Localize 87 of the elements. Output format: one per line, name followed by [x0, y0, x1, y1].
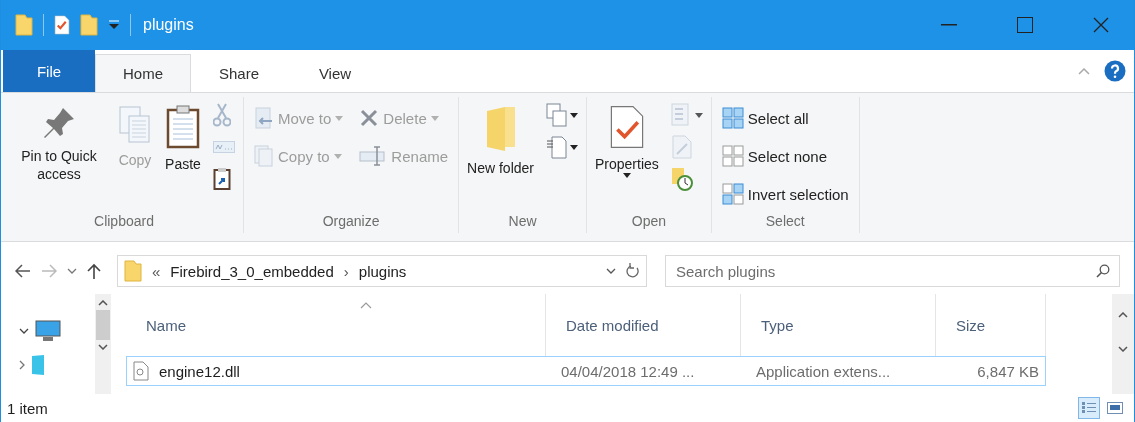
scroll-down-icon[interactable] [98, 344, 108, 350]
close-icon [1093, 17, 1109, 33]
computer-icon[interactable] [35, 320, 61, 342]
ribbon-button[interactable]: Pin to Quick access [11, 101, 107, 187]
dropdown-caret-icon [335, 115, 344, 121]
rename-icon [359, 146, 388, 166]
new-item-icon [546, 103, 568, 127]
invert-selection-icon [721, 183, 744, 205]
scroll-up-icon[interactable] [1118, 312, 1128, 318]
dropdown-caret-icon [430, 115, 439, 121]
scrollbar-thumb[interactable] [96, 310, 110, 340]
copy-to-icon [254, 145, 274, 167]
edit-document-icon [670, 135, 693, 159]
group-label: Open [630, 213, 667, 231]
clipboard-icon [165, 105, 201, 149]
details-view-icon [1081, 401, 1097, 415]
minimize-icon [941, 24, 957, 26]
sort-caret-icon [360, 302, 372, 309]
file-menu-tab[interactable]: File [3, 50, 95, 92]
folder-icon [80, 14, 98, 36]
new-document-icon [546, 135, 568, 159]
breadcrumb-separator: › [343, 262, 349, 280]
dropdown-caret-icon [333, 153, 342, 159]
ribbon-button[interactable]: New folder [465, 101, 536, 181]
history-icon [670, 167, 693, 191]
scrollbar[interactable] [95, 294, 111, 394]
expand-caret-icon[interactable] [19, 328, 29, 334]
group-label: Clipboard [93, 213, 155, 231]
breadcrumb-item[interactable]: Firebird_3_0_embedded [170, 262, 334, 280]
select-all-icon [721, 107, 744, 129]
address-bar[interactable]: « Firebird_3_0_embedded › plugins [117, 255, 647, 287]
document-check-icon [608, 105, 645, 149]
folder-icon [484, 105, 517, 153]
file-row[interactable]: engine12.dll 04/04/2018 12:49 ... Application extens... 6,847 KB [126, 356, 1046, 386]
maximize-icon [1017, 17, 1033, 33]
column-header[interactable]: Name [126, 294, 546, 356]
select-none-icon [721, 145, 744, 167]
scroll-up-icon[interactable] [98, 300, 108, 306]
ribbon-button[interactable]: Invert selection [717, 177, 853, 211]
up-button[interactable] [87, 263, 101, 279]
ribbon-tab[interactable]: Home [95, 54, 191, 92]
paste-shortcut-icon [213, 167, 231, 191]
breadcrumb-item[interactable]: plugins [358, 262, 407, 280]
group-label: Organize [321, 213, 381, 231]
group-label: New [507, 213, 538, 231]
column-header[interactable]: Date modified [546, 294, 741, 356]
search-icon[interactable] [1096, 264, 1110, 278]
view-toggle[interactable] [1078, 397, 1100, 419]
back-button[interactable] [15, 264, 31, 278]
scissors-icon [213, 103, 231, 127]
dropdown-caret-icon [570, 144, 578, 150]
file-type: Application extens... [755, 362, 892, 380]
dropdown-caret-icon [694, 112, 703, 118]
dll-file-icon [133, 361, 149, 381]
dropdown-caret-icon [570, 112, 578, 118]
column-header[interactable]: Type [741, 294, 936, 356]
delete-icon [359, 108, 380, 128]
collapse-caret-icon[interactable] [19, 360, 25, 370]
properties-icon [54, 15, 70, 35]
copy-icon [117, 105, 153, 145]
scroll-down-icon[interactable] [1118, 346, 1128, 352]
group-label: Select [764, 213, 806, 231]
search-field[interactable]: Search plugins [665, 255, 1120, 287]
folder-icon [15, 14, 33, 36]
move-icon [254, 107, 274, 129]
customize-caret-icon[interactable] [108, 20, 120, 30]
column-header[interactable]: Size [936, 294, 1046, 356]
folder-icon [124, 259, 142, 283]
copy-path-icon [213, 141, 235, 153]
date-modified: 04/04/2018 12:49 ... [560, 362, 696, 380]
tiles-view-icon [1107, 401, 1123, 415]
file-size: 6,847 KB [976, 362, 1040, 380]
refresh-icon[interactable] [626, 263, 640, 279]
ribbon-button[interactable]: Paste [163, 101, 203, 177]
help-icon[interactable] [1104, 60, 1126, 82]
ribbon-button[interactable]: Select none [717, 139, 853, 173]
ribbon-button[interactable]: Select all [717, 101, 853, 135]
collapse-ribbon-icon[interactable] [1078, 67, 1090, 75]
file-name: engine12.dll [159, 362, 240, 380]
recent-locations-button[interactable] [67, 268, 77, 274]
dropdown-caret-icon [622, 173, 631, 178]
item-count: 1 item [7, 399, 48, 417]
breadcrumb-overflow: « [152, 262, 161, 280]
window-title: plugins [143, 16, 194, 34]
ribbon-button[interactable]: Properties [593, 101, 661, 182]
scrollbar[interactable] [1112, 294, 1134, 394]
address-history-icon[interactable] [606, 268, 616, 274]
